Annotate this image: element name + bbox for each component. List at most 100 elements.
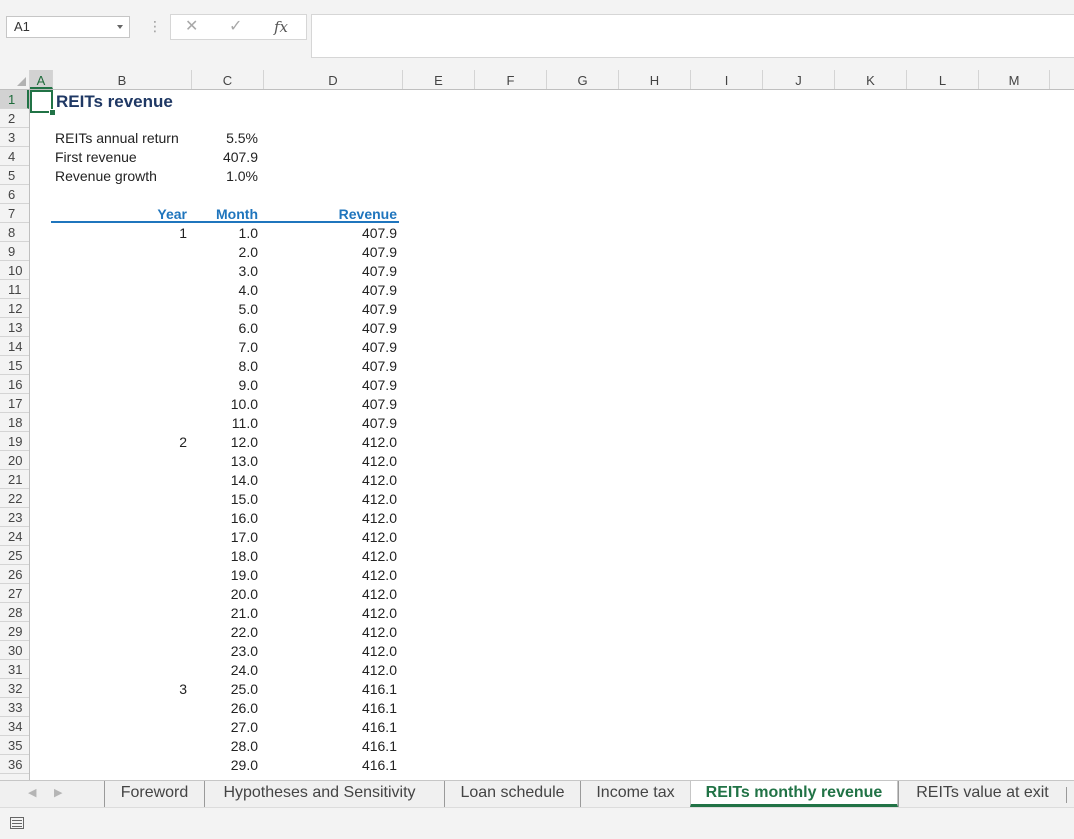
revenue-cell[interactable]: 407.9: [264, 300, 397, 319]
row-header-26[interactable]: 26: [0, 565, 29, 584]
month-cell[interactable]: 16.0: [192, 509, 258, 528]
year-cell[interactable]: 2: [53, 433, 187, 452]
row-header-7[interactable]: 7: [0, 204, 29, 223]
column-header-d[interactable]: D: [264, 70, 403, 89]
name-box[interactable]: A1: [6, 16, 130, 38]
row-header-12[interactable]: 12: [0, 299, 29, 318]
column-header-m[interactable]: M: [979, 70, 1050, 89]
revenue-cell[interactable]: 412.0: [264, 566, 397, 585]
revenue-cell[interactable]: 412.0: [264, 623, 397, 642]
row-header-15[interactable]: 15: [0, 356, 29, 375]
month-cell[interactable]: 24.0: [192, 661, 258, 680]
row-header-27[interactable]: 27: [0, 584, 29, 603]
month-cell[interactable]: 13.0: [192, 452, 258, 471]
row-header-11[interactable]: 11: [0, 280, 29, 299]
row-header-13[interactable]: 13: [0, 318, 29, 337]
revenue-cell[interactable]: 416.1: [264, 680, 397, 699]
column-header-a[interactable]: A: [30, 70, 53, 89]
revenue-cell[interactable]: 412.0: [264, 471, 397, 490]
revenue-cell[interactable]: 412.0: [264, 604, 397, 623]
row-header-19[interactable]: 19: [0, 432, 29, 451]
year-cell[interactable]: 1: [53, 224, 187, 243]
row-header-25[interactable]: 25: [0, 546, 29, 565]
revenue-cell[interactable]: 407.9: [264, 395, 397, 414]
month-cell[interactable]: 9.0: [192, 376, 258, 395]
input-label[interactable]: First revenue: [55, 148, 137, 167]
sheet-title[interactable]: REITs revenue: [56, 92, 173, 111]
month-cell[interactable]: 15.0: [192, 490, 258, 509]
row-header-16[interactable]: 16: [0, 375, 29, 394]
input-label[interactable]: Revenue growth: [55, 167, 157, 186]
month-cell[interactable]: 20.0: [192, 585, 258, 604]
row-header-33[interactable]: 33: [0, 698, 29, 717]
revenue-cell[interactable]: 407.9: [264, 224, 397, 243]
chevron-down-icon[interactable]: [117, 25, 123, 29]
tab-scroll-right-icon[interactable]: ▶: [54, 786, 62, 799]
month-cell[interactable]: 5.0: [192, 300, 258, 319]
input-value[interactable]: 1.0%: [192, 167, 258, 186]
row-header-21[interactable]: 21: [0, 470, 29, 489]
row-header-17[interactable]: 17: [0, 394, 29, 413]
month-cell[interactable]: 17.0: [192, 528, 258, 547]
month-cell[interactable]: 22.0: [192, 623, 258, 642]
revenue-cell[interactable]: 407.9: [264, 376, 397, 395]
revenue-cell[interactable]: 407.9: [264, 338, 397, 357]
row-header-14[interactable]: 14: [0, 337, 29, 356]
column-header-f[interactable]: F: [475, 70, 547, 89]
revenue-cell[interactable]: 407.9: [264, 262, 397, 281]
sheet-tab-reits-value-at-exit[interactable]: REITs value at exit: [898, 781, 1066, 807]
month-cell[interactable]: 27.0: [192, 718, 258, 737]
formula-input[interactable]: [311, 14, 1074, 58]
sheet-tab-loan-schedule[interactable]: Loan schedule: [444, 781, 580, 807]
revenue-cell[interactable]: 412.0: [264, 661, 397, 680]
month-cell[interactable]: 1.0: [192, 224, 258, 243]
column-header-b[interactable]: B: [53, 70, 192, 89]
sheet-tab-foreword[interactable]: Foreword: [104, 781, 204, 807]
month-cell[interactable]: 8.0: [192, 357, 258, 376]
revenue-cell[interactable]: 412.0: [264, 642, 397, 661]
row-header-18[interactable]: 18: [0, 413, 29, 432]
month-cell[interactable]: 12.0: [192, 433, 258, 452]
column-header-l[interactable]: L: [907, 70, 979, 89]
row-header-8[interactable]: 8: [0, 223, 29, 242]
month-cell[interactable]: 11.0: [192, 414, 258, 433]
row-header-35[interactable]: 35: [0, 736, 29, 755]
row-header-5[interactable]: 5: [0, 166, 29, 185]
row-header-6[interactable]: 6: [0, 185, 29, 204]
month-cell[interactable]: 3.0: [192, 262, 258, 281]
revenue-cell[interactable]: 407.9: [264, 243, 397, 262]
revenue-cell[interactable]: 416.1: [264, 718, 397, 737]
revenue-cell[interactable]: 416.1: [264, 737, 397, 756]
month-cell[interactable]: 28.0: [192, 737, 258, 756]
sheet-tab-hypotheses-and-sensitivity[interactable]: Hypotheses and Sensitivity: [204, 781, 434, 807]
revenue-cell[interactable]: 407.9: [264, 357, 397, 376]
sheet-tab-income-tax[interactable]: Income tax: [580, 781, 690, 807]
column-header-k[interactable]: K: [835, 70, 907, 89]
row-header-23[interactable]: 23: [0, 508, 29, 527]
row-header-4[interactable]: 4: [0, 147, 29, 166]
tab-scroll-left-icon[interactable]: ◀: [28, 786, 36, 799]
column-header-j[interactable]: J: [763, 70, 835, 89]
month-cell[interactable]: 21.0: [192, 604, 258, 623]
row-header-1[interactable]: 1: [0, 90, 29, 109]
month-cell[interactable]: 14.0: [192, 471, 258, 490]
column-header-c[interactable]: C: [192, 70, 264, 89]
revenue-cell[interactable]: 407.9: [264, 281, 397, 300]
revenue-cell[interactable]: 416.1: [264, 699, 397, 718]
revenue-cell[interactable]: 407.9: [264, 319, 397, 338]
column-header-g[interactable]: G: [547, 70, 619, 89]
month-cell[interactable]: 25.0: [192, 680, 258, 699]
input-value[interactable]: 5.5%: [192, 129, 258, 148]
month-cell[interactable]: 4.0: [192, 281, 258, 300]
row-header-30[interactable]: 30: [0, 641, 29, 660]
month-cell[interactable]: 6.0: [192, 319, 258, 338]
revenue-cell[interactable]: 412.0: [264, 490, 397, 509]
worksheet-grid[interactable]: REITs revenue REITs annual return 5.5% Fir…: [30, 90, 1074, 780]
more-options-icon[interactable]: ⋮: [148, 18, 162, 34]
revenue-cell[interactable]: 412.0: [264, 528, 397, 547]
revenue-cell[interactable]: 412.0: [264, 585, 397, 604]
revenue-cell[interactable]: 407.9: [264, 414, 397, 433]
column-header-h[interactable]: H: [619, 70, 691, 89]
column-header-e[interactable]: E: [403, 70, 475, 89]
row-header-10[interactable]: 10: [0, 261, 29, 280]
